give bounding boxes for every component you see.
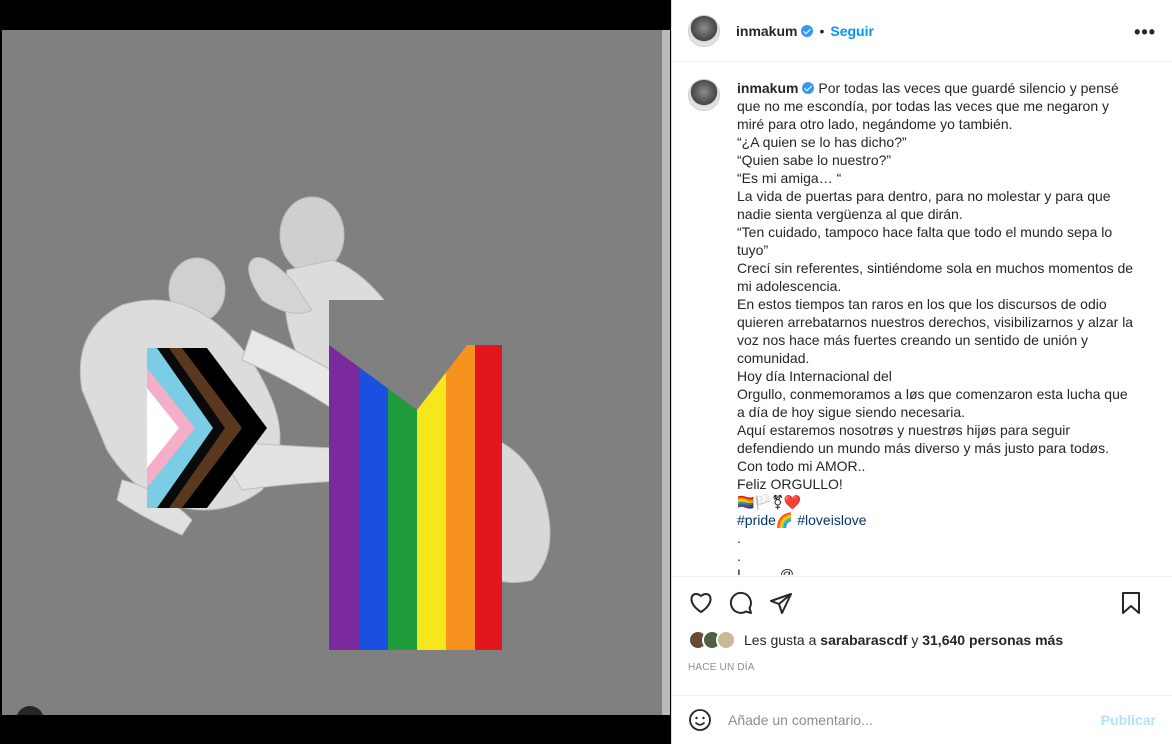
caption-username[interactable]: inmakum <box>737 80 798 96</box>
post-image[interactable] <box>2 30 662 734</box>
caption-line: “¿A quien se lo has dicho?” <box>737 134 907 150</box>
caption: inmakum Por todas las veces que guardé s… <box>688 79 1156 575</box>
caption-line: Aquí estaremos nosotrøs y nuestrøs hijøs… <box>737 422 1109 456</box>
caption-line: La vida de puertas para dentro, para no … <box>737 188 1111 222</box>
hashtag-link[interactable]: #loveislove <box>797 512 866 528</box>
caption-line: “Ten cuidado, tampoco hace falta que tod… <box>737 224 1113 258</box>
media-scrollbar[interactable] <box>662 30 670 715</box>
share-icon[interactable] <box>768 590 794 616</box>
bookmark-icon[interactable] <box>1118 590 1144 616</box>
hashtag-link[interactable]: #pride🌈 <box>737 512 793 528</box>
caption-line: . <box>737 548 741 564</box>
author-username[interactable]: inmakum <box>736 23 797 39</box>
verified-icon <box>801 24 814 37</box>
more-icon[interactable]: ••• <box>1134 22 1156 43</box>
comment-box: Publicar <box>672 695 1172 744</box>
caption-text: inmakum Por todas las veces que guardé s… <box>737 79 1137 575</box>
emoji-icon[interactable] <box>688 708 712 732</box>
media-bottom-bar <box>0 715 670 744</box>
verified-icon <box>802 82 815 94</box>
caption-area[interactable]: inmakum Por todas las veces que guardé s… <box>672 63 1172 575</box>
comment-input[interactable] <box>728 712 1101 728</box>
pride-artwork <box>79 196 551 650</box>
likes-prefix: Les gusta a <box>744 632 817 648</box>
liker-avatars[interactable] <box>688 630 736 650</box>
caption-line: Crecí sin referentes, sintiéndome sola e… <box>737 260 1134 294</box>
follow-button[interactable]: Seguir <box>830 23 874 39</box>
caption-line: Con todo mi AMOR.. <box>737 458 866 474</box>
likes-summary: Les gusta a sarabarascdf y 31,640 person… <box>688 630 1063 650</box>
separator-dot: • <box>819 22 825 39</box>
post-actions <box>672 576 1172 628</box>
caption-hashtags: #pride🌈 #loveislove <box>737 511 1137 529</box>
post-timestamp[interactable]: HACE UN DÍA <box>688 662 755 673</box>
caption-line: “Es mi amiga… “ <box>737 170 842 186</box>
caption-line: Feliz ORGULLO! <box>737 476 843 492</box>
post-header: inmakum • Seguir ••• <box>672 0 1172 62</box>
caption-line: I ........ @............ <box>737 566 841 575</box>
liker-username[interactable]: sarabarascdf <box>820 632 907 648</box>
media-top-bar <box>0 0 670 30</box>
heart-icon[interactable] <box>688 590 714 616</box>
rainbow-flag <box>329 300 502 650</box>
caption-line: “Quien sabe lo nuestro?” <box>737 152 892 168</box>
post-sidebar: inmakum • Seguir ••• inmakum Por todas l… <box>671 0 1172 744</box>
avatar[interactable] <box>688 14 720 47</box>
comment-icon[interactable] <box>728 590 754 616</box>
caption-emoji-line: 🏳️‍🌈🏳️⚧❤️ <box>737 494 802 510</box>
caption-line: Orgullo, conmemoramos a løs que comenzar… <box>737 386 1128 420</box>
post-media <box>0 0 670 744</box>
avatar <box>716 630 736 650</box>
caption-line: . <box>737 530 741 546</box>
avatar[interactable] <box>688 79 720 111</box>
publish-button[interactable]: Publicar <box>1101 712 1156 728</box>
likes-connector: y <box>911 632 919 648</box>
caption-line: Hoy día Internacional del <box>737 368 892 384</box>
likes-count[interactable]: 31,640 personas más <box>922 632 1063 648</box>
caption-line: En estos tiempos tan raros en los que lo… <box>737 296 1134 366</box>
